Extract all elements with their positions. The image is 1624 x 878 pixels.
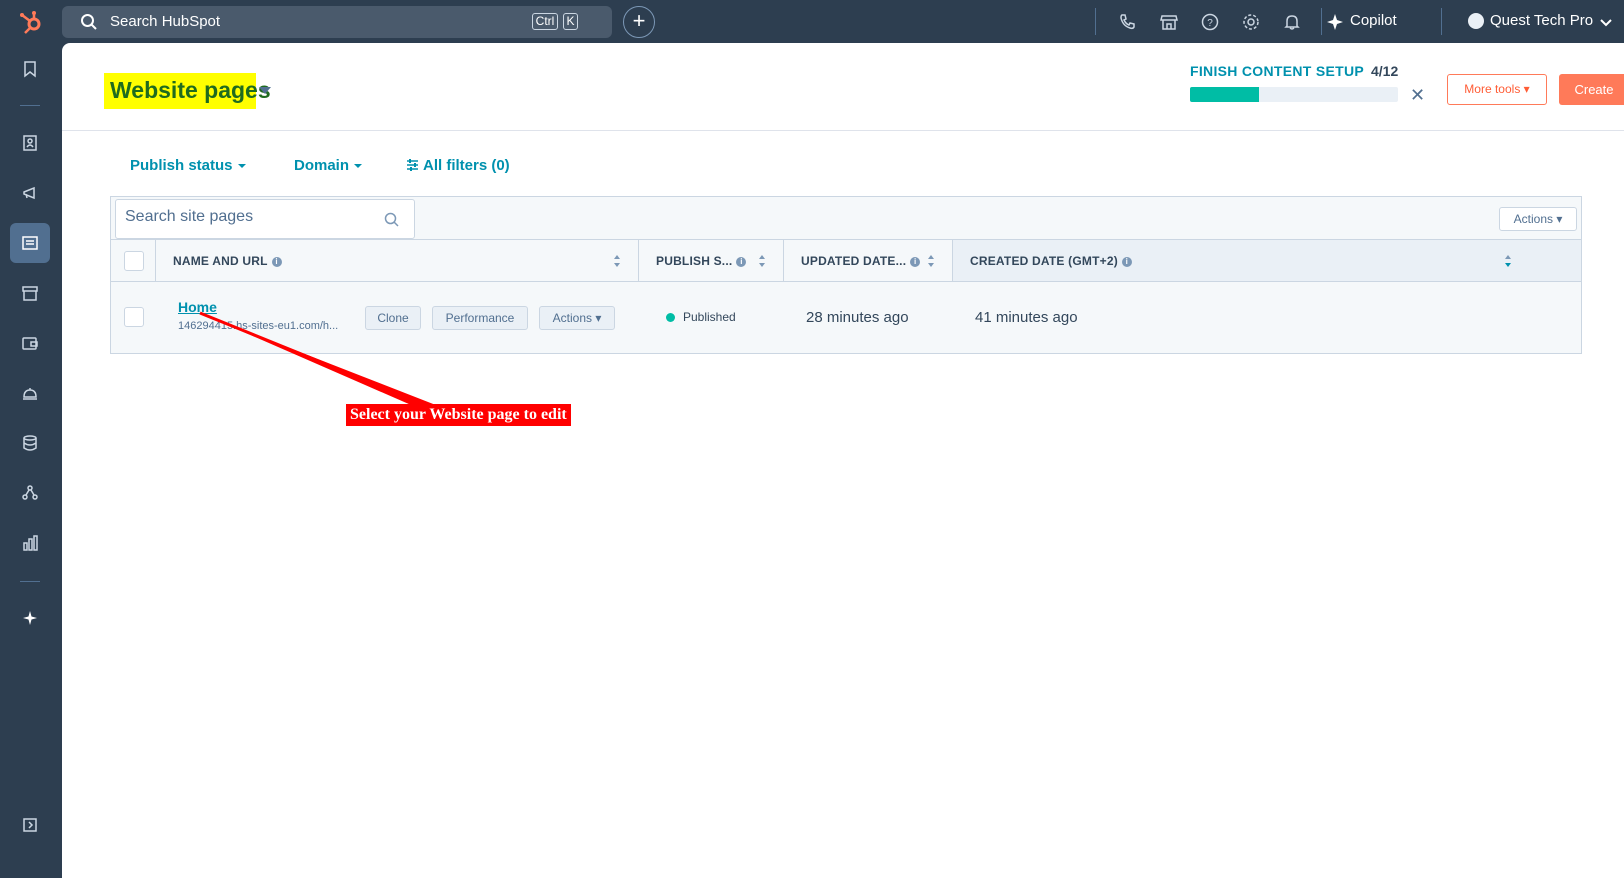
more-tools-button[interactable]: More tools ▾	[1447, 74, 1547, 105]
content-icon	[22, 236, 38, 250]
database-icon	[23, 435, 37, 451]
global-search-placeholder: Search HubSpot	[110, 13, 221, 30]
sidebar-item-bookmarks[interactable]	[10, 49, 50, 89]
table-actions-button[interactable]: Actions ▾	[1499, 207, 1577, 231]
search-icon	[81, 14, 97, 30]
updated-date-value: 28 minutes ago	[806, 309, 909, 326]
sidebar-item-sales[interactable]	[10, 323, 50, 363]
sparkle-icon	[23, 611, 37, 625]
account-menu-button[interactable]: Quest Tech Pro	[1490, 12, 1593, 29]
publish-status-value: Published	[683, 310, 736, 324]
column-divider	[783, 240, 784, 281]
svg-text:?: ?	[1207, 18, 1213, 29]
sidebar-item-content[interactable]	[10, 223, 50, 263]
annotation-arrow	[199, 311, 446, 415]
column-header-created[interactable]: CREATED DATE (GMT+2) i	[970, 254, 1132, 268]
main-content: Website pages FINISH CONTENT SETUP 4/12 …	[62, 43, 1624, 878]
sidebar-expand-button[interactable]	[10, 805, 50, 845]
sidebar-item-contacts[interactable]	[10, 123, 50, 163]
service-bell-icon	[23, 388, 37, 400]
copilot-button[interactable]: Copilot	[1350, 12, 1397, 29]
kbd-ctrl: Ctrl	[532, 13, 558, 30]
info-icon[interactable]: i	[736, 257, 747, 267]
hubspot-logo-icon[interactable]	[18, 9, 44, 35]
phone-icon[interactable]	[1117, 12, 1137, 32]
column-header-publish-label: PUBLISH S...	[656, 254, 733, 268]
sidebar-divider	[20, 581, 40, 582]
copilot-sparkle-icon	[1327, 14, 1343, 30]
column-header-publish[interactable]: PUBLISH S... i	[656, 254, 747, 268]
top-navigation-bar: Search HubSpot Ctrl K + ? Copilot Quest …	[0, 0, 1624, 43]
bar-chart-icon	[23, 535, 38, 551]
info-icon[interactable]: i	[910, 257, 921, 267]
finish-setup-label[interactable]: FINISH CONTENT SETUP	[1190, 63, 1364, 79]
sidebar-item-data[interactable]	[10, 423, 50, 463]
notifications-bell-icon[interactable]	[1282, 12, 1302, 32]
sidebar-item-breeze[interactable]	[10, 598, 50, 638]
wallet-icon	[22, 337, 38, 350]
topbar-divider	[1441, 8, 1442, 35]
account-avatar[interactable]	[1468, 13, 1484, 29]
sidebar-divider	[20, 105, 40, 106]
create-button[interactable]: Create	[1559, 74, 1624, 105]
workflow-icon	[22, 485, 38, 500]
finish-setup-count: 4/12	[1371, 63, 1399, 79]
help-icon[interactable]: ?	[1200, 12, 1220, 32]
column-header-updated[interactable]: UPDATED DATE... i	[801, 254, 921, 268]
left-sidebar-nav	[0, 43, 62, 878]
topbar-divider	[1321, 8, 1322, 35]
megaphone-icon	[23, 186, 35, 200]
sort-icon[interactable]	[927, 254, 935, 268]
info-icon[interactable]: i	[1121, 257, 1132, 267]
bookmark-icon	[24, 61, 36, 78]
sort-icon[interactable]	[758, 254, 766, 268]
topbar-divider	[1095, 8, 1096, 35]
kbd-k: K	[563, 13, 578, 30]
column-header-updated-label: UPDATED DATE...	[801, 254, 907, 268]
expand-sidebar-icon	[23, 818, 37, 832]
sidebar-item-reporting[interactable]	[10, 523, 50, 563]
global-search-input[interactable]: Search HubSpot Ctrl K	[62, 6, 612, 38]
close-icon[interactable]: ✕	[1410, 85, 1425, 106]
store-icon	[22, 286, 38, 301]
setup-progress-bar	[1190, 87, 1398, 102]
setup-progress-fill	[1190, 87, 1259, 102]
sidebar-item-service[interactable]	[10, 373, 50, 413]
status-indicator-icon	[666, 313, 675, 322]
annotation-label: Select your Website page to edit	[346, 404, 571, 426]
settings-gear-icon[interactable]	[1241, 12, 1261, 32]
quick-create-button[interactable]: +	[623, 6, 655, 38]
created-date-value: 41 minutes ago	[975, 309, 1078, 326]
marketplace-icon[interactable]	[1159, 12, 1179, 32]
column-header-created-label: CREATED DATE (GMT+2)	[970, 254, 1118, 268]
contacts-icon	[23, 135, 37, 151]
column-divider	[952, 240, 953, 281]
chevron-down-icon[interactable]	[1596, 13, 1616, 33]
sidebar-item-automation[interactable]	[10, 473, 50, 513]
sidebar-item-marketing[interactable]	[10, 173, 50, 213]
sidebar-item-commerce[interactable]	[10, 273, 50, 313]
sort-descending-icon[interactable]	[1504, 254, 1512, 268]
